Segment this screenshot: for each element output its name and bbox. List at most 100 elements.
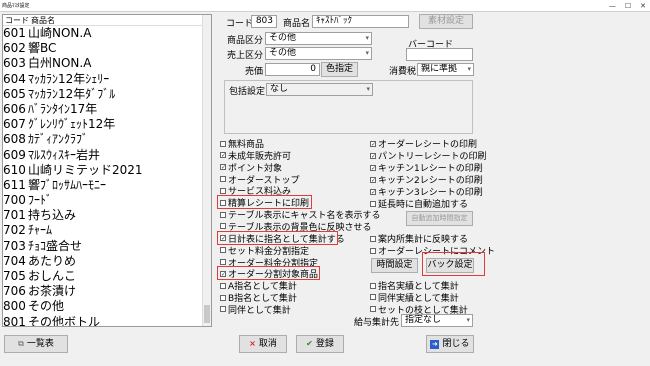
salary-select[interactable]: 指定なし ▾ — [401, 314, 473, 327]
list-item[interactable]: 604 ﾏｯｶﾗﾝ12年ｼｪﾘｰ — [3, 72, 211, 87]
checkbox-checks-left-13[interactable]: B指名として集計 — [220, 292, 297, 304]
checkbox-checks-right-bot-2[interactable]: セットの枝として集計 — [370, 304, 468, 316]
checkbox-icon[interactable] — [220, 211, 226, 218]
checkbox-icon[interactable] — [370, 176, 376, 183]
barcode-input[interactable] — [406, 48, 473, 61]
item-code: 801 — [3, 314, 26, 327]
checkbox-icon[interactable] — [370, 140, 376, 147]
close-label: 閉じる — [442, 339, 470, 349]
list-item[interactable]: 704 あたりめ — [3, 254, 211, 269]
bundle-select[interactable]: なし ▾ — [266, 83, 373, 96]
checkbox-icon[interactable] — [370, 282, 376, 289]
price-input[interactable]: 0 — [265, 63, 320, 76]
checkbox-checks-left-9[interactable]: セット料金分割指定 — [220, 245, 309, 257]
name-input[interactable]: ｷｬｽﾄﾊﾞｯｸ — [312, 15, 409, 28]
checkbox-icon[interactable] — [220, 152, 226, 159]
list-item[interactable]: 609 ﾏﾙｽｳｨｽｷｰ岩井 — [3, 148, 211, 163]
list-header: コード 商品名 — [3, 15, 211, 26]
list-item[interactable]: 701 持ち込み — [3, 208, 211, 223]
checkbox-icon[interactable] — [370, 152, 376, 159]
checkbox-checks-right-mid-0[interactable]: 案内所集計に反映する — [370, 233, 468, 245]
product-list[interactable]: コード 商品名 601 山崎NON.A 602 響BC 603 白州NON.A 604 ﾏｯｶ… — [2, 14, 212, 327]
checkbox-icon[interactable] — [370, 188, 376, 195]
header-code: コード — [5, 16, 29, 25]
checkbox-checks-left-12[interactable]: A指名として集計 — [220, 280, 297, 292]
checkbox-checks-right-top-5[interactable]: 延長時に自動追加する — [370, 198, 468, 210]
checkbox-icon[interactable] — [370, 164, 376, 171]
scroll-thumb[interactable] — [204, 305, 210, 323]
checkbox-icon[interactable] — [220, 294, 226, 301]
tax-select[interactable]: 親に準拠 ▾ — [417, 63, 474, 76]
item-code: 602 — [3, 41, 26, 56]
close-window-icon[interactable]: ✕ — [640, 2, 646, 10]
list-item[interactable]: 608 ｶﾃﾞｨｱﾝｸﾗﾌﾞ — [3, 132, 211, 147]
checkbox-checks-right-top-2[interactable]: キッチン1レシートの印刷 — [370, 162, 483, 174]
list-item[interactable]: 602 響BC — [3, 41, 211, 56]
checkbox-icon[interactable] — [220, 282, 226, 289]
list-item[interactable]: 702 ﾁｬｰﾑ — [3, 223, 211, 238]
checkbox-checks-left-14[interactable]: 同伴として集計 — [220, 304, 291, 316]
salary-value: 指定なし — [405, 315, 442, 325]
chevron-down-icon: ▾ — [466, 316, 470, 324]
checkbox-checks-right-top-0[interactable]: オーダーレシートの印刷 — [370, 138, 477, 150]
list-item[interactable]: 705 おしんこ — [3, 269, 211, 284]
checkbox-checks-right-top-3[interactable]: キッチン2レシートの印刷 — [370, 174, 483, 186]
checkbox-icon[interactable] — [370, 306, 376, 313]
item-code: 611 — [3, 177, 26, 192]
checkbox-checks-right-bot-0[interactable]: 指名実績として集計 — [370, 280, 459, 292]
category-select[interactable]: その他 ▾ — [265, 32, 372, 45]
checkbox-checks-right-top-1[interactable]: パントリーレシートの印刷 — [370, 150, 486, 162]
checkbox-icon[interactable] — [370, 235, 376, 242]
list-item[interactable]: 601 山崎NON.A — [3, 26, 211, 41]
checkbox-icon[interactable] — [370, 294, 376, 301]
checkbox-icon[interactable] — [370, 200, 376, 207]
tax-label: 消費税 — [389, 67, 417, 77]
maximize-icon[interactable]: ☐ — [625, 2, 631, 10]
list-item[interactable]: 800 その他 — [3, 299, 211, 314]
highlight-box — [217, 195, 312, 209]
auto-add-time-button[interactable]: 自動追加時間指定 — [406, 211, 473, 226]
list-item[interactable]: 703 ﾁｮｺ盛合せ — [3, 239, 211, 254]
checkbox-checks-right-bot-1[interactable]: 同伴実績として集計 — [370, 292, 459, 304]
checkbox-icon[interactable] — [220, 223, 226, 230]
sales-select[interactable]: その他 ▾ — [265, 47, 372, 60]
checkbox-icon[interactable] — [220, 187, 226, 194]
checkbox-icon[interactable] — [220, 176, 226, 183]
checkbox-icon[interactable] — [220, 247, 226, 254]
list-item[interactable]: 603 白州NON.A — [3, 56, 211, 71]
checkbox-icon[interactable] — [220, 164, 226, 171]
list-item[interactable]: 606 ﾊﾞﾗﾝﾀｲﾝ17年 — [3, 102, 211, 117]
checkbox-checks-left-2[interactable]: ポイント対象 — [220, 162, 282, 174]
cancel-button[interactable]: × 取消 — [239, 335, 287, 353]
item-name: ｶﾃﾞｨｱﾝｸﾗﾌﾞ — [28, 132, 89, 147]
checkbox-icon[interactable] — [220, 140, 226, 147]
item-name: 白州NON.A — [28, 56, 92, 71]
code-input[interactable]: 803 — [251, 15, 277, 28]
list-item[interactable]: 607 ｸﾞﾚﾝﾘｳﾞｪｯﾄ12年 — [3, 117, 211, 132]
color-button[interactable]: 色指定 — [321, 62, 358, 77]
list-scrollbar[interactable] — [202, 15, 211, 326]
material-button[interactable]: 素材設定 — [419, 14, 473, 29]
list-item[interactable]: 611 響ﾌﾞﾛｯｻﾑﾊｰﾓﾆｰ — [3, 178, 211, 193]
checkbox-icon[interactable] — [220, 259, 226, 265]
register-button[interactable]: ✔ 登録 — [296, 335, 344, 353]
bundle-label: 包括設定 — [229, 87, 266, 97]
time-setting-button[interactable]: 時間設定 — [371, 258, 418, 273]
list-item[interactable]: 700 ﾌｰﾄﾞ — [3, 193, 211, 208]
checkbox-icon[interactable] — [220, 306, 226, 313]
list-view-button[interactable]: ⧉ 一覧表 — [4, 335, 68, 353]
list-item[interactable]: 801 その他ボトル — [3, 314, 211, 327]
checkbox-checks-right-top-4[interactable]: キッチン3レシートの印刷 — [370, 186, 483, 198]
list-item[interactable]: 605 ﾏｯｶﾗﾝ12年ﾀﾞﾌﾞﾙ — [3, 87, 211, 102]
checkbox-icon[interactable] — [370, 247, 376, 254]
list-item[interactable]: 706 お茶漬け — [3, 284, 211, 299]
checkbox-checks-left-6[interactable]: テーブル表示にキャスト名を表示する — [220, 209, 380, 221]
checkbox-checks-left-3[interactable]: オーダーストップ — [220, 174, 300, 186]
item-name: 山崎NON.A — [28, 26, 92, 40]
minimize-icon[interactable]: — — [609, 2, 616, 10]
item-name: ﾏｯｶﾗﾝ12年ｼｪﾘｰ — [28, 71, 110, 86]
close-button[interactable]: ➜ 閉じる — [426, 335, 474, 353]
checkbox-checks-left-0[interactable]: 無料商品 — [220, 138, 264, 150]
checkbox-checks-left-1[interactable]: 未成年販売許可 — [220, 150, 291, 162]
list-item[interactable]: 610 山崎リミテッド2021 — [3, 163, 211, 178]
